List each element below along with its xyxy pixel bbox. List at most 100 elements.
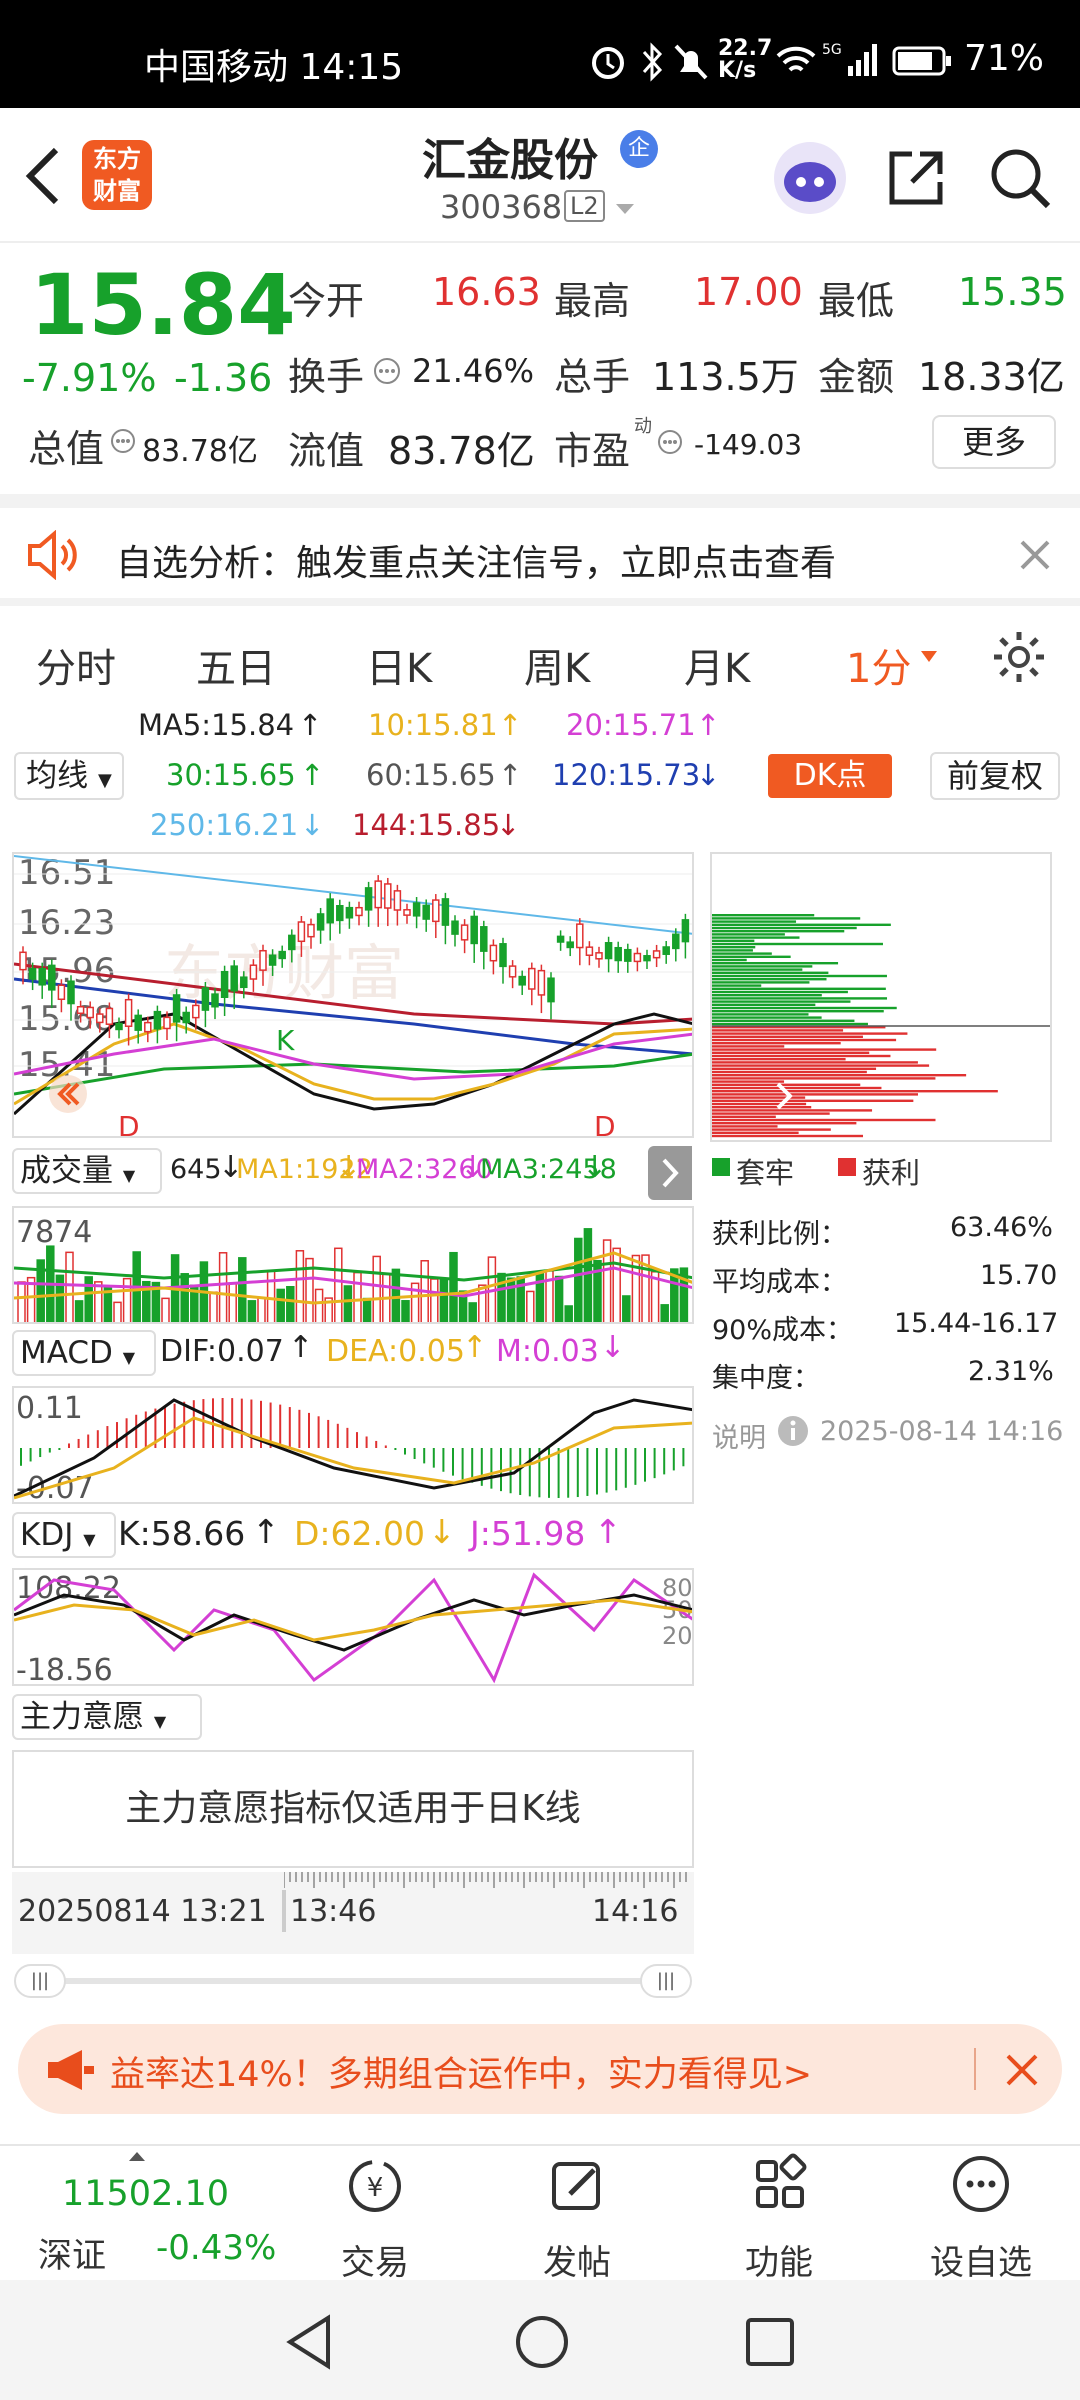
volume-bar (506, 1277, 516, 1322)
macd-histogram-bar (144, 1411, 147, 1448)
chip-bar (712, 949, 753, 952)
assistant-robot-icon[interactable] (770, 138, 850, 218)
signal-mark-d: D (594, 1110, 616, 1138)
info-dots-icon[interactable] (372, 356, 402, 386)
chip-canvas[interactable] (712, 854, 1052, 1142)
tab-monthly-k[interactable]: 月K (684, 636, 750, 694)
trade-button[interactable]: ¥ 交易 (310, 2146, 440, 2284)
nav-home-icon[interactable] (514, 2314, 570, 2370)
more-button[interactable]: 更多 (932, 415, 1056, 469)
share-icon[interactable] (884, 146, 948, 210)
ma10-value: 10:15.81 (368, 708, 498, 742)
chip-bar (712, 1099, 914, 1102)
tab-1min[interactable]: 1分 (846, 636, 911, 694)
info-dots-icon[interactable] (110, 428, 136, 454)
time-mid: 13:46 (290, 1894, 377, 1929)
chevron-left-double-icon[interactable] (48, 1074, 88, 1114)
volume-bar (622, 1295, 631, 1322)
candle-body (508, 965, 517, 978)
kdj-chart[interactable]: 108.22 -18.56 80 50 20 (12, 1568, 694, 1686)
volume-bar (247, 1300, 257, 1322)
kline-canvas[interactable]: 东方财富16.5116.2315.9615.6815.41DKD (14, 854, 694, 1138)
open-label: 今开 (288, 279, 365, 323)
macd-selector[interactable]: MACD ▼ (12, 1330, 156, 1376)
ma-selector[interactable]: 均线 ▼ (14, 752, 124, 800)
kline-chart[interactable]: 东方财富 16.51 16.23 15.96 15.68 15.41 D K D (12, 852, 694, 1138)
chip-bar (712, 933, 785, 936)
close-icon[interactable] (1004, 2052, 1040, 2088)
post-label: 发帖 (543, 2243, 611, 2283)
scrollbar-left-handle[interactable]: ||| (14, 1964, 66, 1998)
signal-mark-d: D (118, 1110, 140, 1138)
chip-bar (712, 958, 747, 962)
tab-intraday[interactable]: 分时 (36, 636, 116, 694)
tab-weekly-k[interactable]: 周K (524, 636, 590, 694)
kdj-selector[interactable]: KDJ ▼ (12, 1512, 116, 1558)
chip-bar (712, 926, 857, 930)
macd-histogram-bar (279, 1404, 282, 1448)
search-icon[interactable] (988, 146, 1052, 210)
candle-body (220, 970, 229, 998)
float-label: 流值 (288, 429, 365, 473)
tab-daily-k[interactable]: 日K (366, 636, 432, 694)
macd-canvas[interactable]: 0.11-0.07 (14, 1388, 694, 1504)
index-value[interactable]: 11502.10 (62, 2174, 229, 2214)
nav-recents-icon[interactable] (744, 2316, 796, 2368)
ma30-value: 30:15.65 (166, 758, 296, 792)
macd-histogram-bar (365, 1436, 368, 1448)
candle-body (57, 984, 66, 1001)
close-icon[interactable] (1018, 538, 1052, 572)
bluetooth-icon (642, 42, 663, 82)
legend-loss-label: 套牢 (736, 1156, 795, 1190)
level2-badge[interactable]: L2 (564, 190, 605, 222)
caret-up-icon[interactable] (128, 2150, 146, 2162)
promo-banner[interactable]: 益率达14%！多期组合运作中，实力看得见> (18, 2024, 1062, 2114)
index-change[interactable]: -0.43% (156, 2228, 276, 2268)
volume-chart[interactable]: 7874 (12, 1206, 694, 1324)
macd-histogram-bar (20, 1448, 22, 1466)
macd-histogram-bar (567, 1448, 570, 1498)
volume-current: 645 (170, 1154, 222, 1185)
analysis-alert[interactable]: 自选分析：触发重点关注信号，立即点击查看 (0, 494, 1080, 597)
add-watchlist-button[interactable]: 设自选 (916, 2146, 1046, 2284)
kdj-canvas[interactable]: 108.22-18.56805020 (14, 1570, 694, 1686)
macd-chart[interactable]: 0.11 -0.07 (12, 1386, 694, 1504)
chip-note-label[interactable]: 说明 (712, 1416, 766, 1455)
candle-body (278, 950, 286, 960)
chip-bar (712, 981, 810, 984)
dk-point-button[interactable]: DK点 (768, 754, 892, 798)
main-force-selector[interactable]: 主力意愿 ▼ (12, 1694, 202, 1740)
settings-icon[interactable] (990, 628, 1048, 686)
adjustment-selector[interactable]: 前复权 (930, 752, 1060, 800)
back-icon[interactable] (22, 146, 62, 206)
macd-histogram-bar (29, 1448, 32, 1462)
volume-bar (362, 1297, 372, 1322)
tab-five-day[interactable]: 五日 (196, 636, 276, 694)
chevron-down-icon[interactable] (614, 202, 636, 216)
macd-histogram-bar (528, 1448, 531, 1497)
dropdown-arrow-icon[interactable] (920, 650, 938, 664)
scrollbar-right-handle[interactable]: ||| (640, 1964, 692, 1998)
volume-canvas[interactable]: 7874 (14, 1208, 694, 1324)
time-axis[interactable]: 20250814 13:21 13:46 14:16 (12, 1872, 694, 1954)
info-dots-icon[interactable] (656, 428, 684, 456)
scrollbar-track[interactable] (24, 1978, 684, 1984)
svg-text:¥: ¥ (367, 2173, 384, 2203)
expand-panel-button[interactable] (648, 1146, 692, 1200)
functions-button[interactable]: 功能 (714, 2146, 844, 2284)
index-name[interactable]: 深证 (38, 2228, 106, 2277)
info-icon[interactable] (776, 1414, 810, 1448)
more-circle-icon (953, 2156, 1009, 2212)
eastmoney-logo[interactable]: 东方 财富 (82, 140, 152, 210)
chip-bar (712, 968, 803, 971)
up-arrow-icon: ↑ (288, 1330, 314, 1365)
macd-histogram-bar (461, 1448, 464, 1480)
nav-back-icon[interactable] (284, 2314, 336, 2370)
up-arrow-icon: ↑ (462, 1330, 488, 1365)
macd-histogram-bar (596, 1448, 598, 1495)
volume-indicator-selector[interactable]: 成交量 ▼ (12, 1148, 162, 1194)
post-button[interactable]: 发帖 (512, 2146, 642, 2284)
macd-histogram-bar (375, 1440, 378, 1448)
chip-bar (712, 1122, 857, 1125)
chip-distribution-chart[interactable] (710, 852, 1052, 1142)
